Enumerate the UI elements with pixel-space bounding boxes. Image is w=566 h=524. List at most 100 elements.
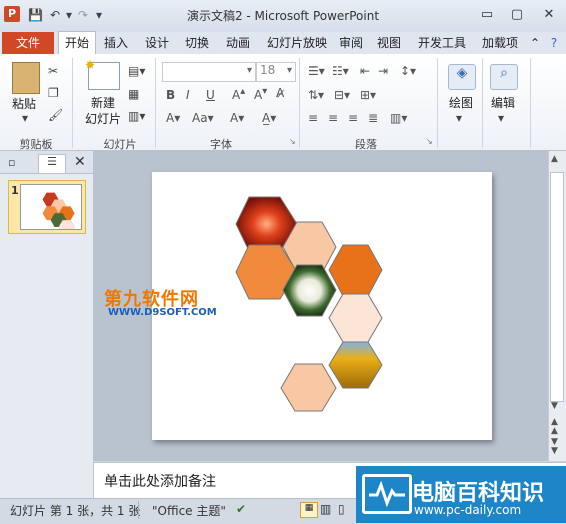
tab-view[interactable]: 视图 xyxy=(374,32,404,54)
tab-addins[interactable]: 加载项 xyxy=(478,32,522,54)
section-icon[interactable]: ▥▾ xyxy=(128,109,145,123)
copy-icon[interactable]: ❐ xyxy=(48,86,59,100)
scroll-up-icon[interactable]: ▲ xyxy=(551,154,558,164)
layout-icon[interactable]: ▤▾ xyxy=(128,64,145,78)
ribbon-separator xyxy=(482,58,483,148)
maximize-button[interactable]: ▢ xyxy=(504,4,530,26)
font-name-combo[interactable]: ▾ xyxy=(162,62,256,82)
new-slide-star-icon: ✸ xyxy=(85,58,96,72)
minimize-button[interactable]: ▭ xyxy=(474,4,500,26)
tab-home[interactable]: 开始 xyxy=(58,31,96,55)
font-size-dropdown-icon[interactable]: ▾ xyxy=(287,65,292,76)
hexagon-yellow-flower[interactable] xyxy=(328,341,383,389)
hexagon-light-orange-bottom[interactable] xyxy=(280,363,337,412)
drawing-button-label[interactable]: 绘图 xyxy=(442,94,480,111)
hexagon-dark-orange[interactable] xyxy=(328,244,383,297)
shapes-icon[interactable]: ◈ xyxy=(448,64,476,90)
shrink-font-icon[interactable]: A▾ xyxy=(254,86,267,102)
font-name-dropdown-icon[interactable]: ▾ xyxy=(247,65,252,76)
tab-transitions[interactable]: 切换 xyxy=(180,32,214,54)
tab-developer[interactable]: 开发工具 xyxy=(415,32,469,54)
slide-number: 1 xyxy=(11,184,19,197)
close-button[interactable]: ✕ xyxy=(536,4,562,26)
monitor-icon xyxy=(362,474,412,514)
paste-button-label[interactable]: 粘贴 xyxy=(4,95,44,112)
next-slide-icon[interactable]: ▼ ▼ xyxy=(551,438,558,456)
ribbon-separator xyxy=(299,58,300,148)
clear-format-icon[interactable]: A̷ xyxy=(276,86,284,100)
close-pane-icon[interactable]: ✕ xyxy=(74,154,86,170)
font-dialog-launcher-icon[interactable]: ↘ xyxy=(289,137,296,146)
char-spacing-icon[interactable]: Aa▾ xyxy=(192,111,214,125)
text-direction-icon[interactable]: ⇅▾ xyxy=(308,88,324,102)
text-shadow-icon[interactable]: A̲▾ xyxy=(262,111,276,125)
decrease-indent-icon[interactable]: ⇤ xyxy=(360,64,370,78)
grow-font-icon[interactable]: A▴ xyxy=(232,86,245,102)
underline-icon[interactable]: U xyxy=(206,88,215,102)
bold-icon[interactable]: B xyxy=(166,88,175,102)
watermark-d9soft-url: WWW.D9SOFT.COM xyxy=(108,307,217,318)
font-color-icon[interactable]: A▾ xyxy=(166,111,180,125)
tab-file[interactable]: 文件 xyxy=(2,32,54,54)
tab-animations[interactable]: 动画 xyxy=(221,32,255,54)
slides-group-label: 幻灯片 xyxy=(103,138,137,151)
bullets-icon[interactable]: ☰▾ xyxy=(308,64,325,78)
increase-indent-icon[interactable]: ⇥ xyxy=(378,64,388,78)
clipboard-group-label: 剪贴板 xyxy=(19,138,53,151)
italic-icon[interactable]: I xyxy=(186,88,190,102)
reset-icon[interactable]: ▦ xyxy=(128,87,139,101)
paragraph-dialog-launcher-icon[interactable]: ↘ xyxy=(426,137,433,146)
scroll-down-icon[interactable]: ▼ xyxy=(551,401,558,411)
ribbon-separator xyxy=(437,58,438,148)
previous-slide-icon[interactable]: ▲ ▲ xyxy=(551,418,558,436)
cut-icon[interactable]: ✂ xyxy=(48,64,58,78)
outline-tab-icon[interactable]: ☰ xyxy=(38,154,66,174)
justify-icon[interactable]: ≣ xyxy=(368,111,378,125)
editing-button-label[interactable]: 编辑 xyxy=(484,94,522,111)
ribbon-collapse-icon[interactable]: ⌃ xyxy=(528,32,542,54)
ribbon-separator xyxy=(530,58,531,148)
smartart-icon[interactable]: ⊞▾ xyxy=(360,88,376,102)
scroll-thumb[interactable] xyxy=(550,172,564,402)
watermark-pc-daily-url: www.pc-daily.com xyxy=(414,503,522,517)
columns-icon[interactable]: ▥▾ xyxy=(390,111,407,125)
font-size-combo[interactable]: 18 ▾ xyxy=(256,62,296,82)
numbering-icon[interactable]: ☷▾ xyxy=(332,64,349,78)
normal-view-icon[interactable]: ▦ xyxy=(300,502,318,518)
slides-tab-icon[interactable]: ▫ xyxy=(8,156,15,169)
ribbon-separator xyxy=(155,58,156,148)
paragraph-group-label: 段落 xyxy=(355,138,377,151)
tab-insert[interactable]: 插入 xyxy=(100,32,132,54)
tab-review[interactable]: 审阅 xyxy=(337,32,365,54)
new-slide-label-2[interactable]: 幻灯片 xyxy=(80,110,126,127)
align-right-icon[interactable]: ≡ xyxy=(348,111,358,125)
tab-design[interactable]: 设计 xyxy=(140,32,174,54)
spell-check-icon[interactable]: ✔ xyxy=(236,502,246,516)
slide-sorter-icon[interactable]: ▥ xyxy=(320,502,331,516)
slide-count-status: 幻灯片 第 1 张，共 1 张 xyxy=(10,504,141,518)
hexagon-graphic xyxy=(235,196,383,412)
align-text-icon[interactable]: ⊟▾ xyxy=(334,88,350,102)
line-spacing-icon[interactable]: ↕▾ xyxy=(400,64,416,78)
thumbnail-preview xyxy=(20,184,82,255)
editing-dropdown-icon[interactable]: ▾ xyxy=(498,111,504,125)
font-group-label: 字体 xyxy=(210,138,232,151)
tab-slideshow[interactable]: 幻灯片放映 xyxy=(262,32,332,54)
format-painter-icon[interactable]: 🖌 xyxy=(48,108,63,122)
paste-icon[interactable] xyxy=(12,62,40,94)
help-icon[interactable]: ? xyxy=(546,32,562,54)
theme-status[interactable]: "Office 主题" xyxy=(152,502,226,519)
align-center-icon[interactable]: ≡ xyxy=(328,111,338,125)
status-separator xyxy=(138,501,139,519)
reading-view-icon[interactable]: ▯ xyxy=(338,502,345,516)
change-case-icon[interactable]: A▾ xyxy=(230,111,244,125)
drawing-dropdown-icon[interactable]: ▾ xyxy=(456,111,462,125)
ribbon-separator xyxy=(72,58,73,148)
binoculars-icon[interactable]: ⌕ xyxy=(490,64,518,90)
new-slide-label[interactable]: 新建 xyxy=(82,94,124,111)
font-size-value: 18 xyxy=(260,63,276,77)
paste-dropdown-icon[interactable]: ▾ xyxy=(22,111,28,125)
align-left-icon[interactable]: ≡ xyxy=(308,111,318,125)
notes-placeholder[interactable]: 单击此处添加备注 xyxy=(104,471,216,491)
hexagon-pale[interactable] xyxy=(328,293,383,343)
